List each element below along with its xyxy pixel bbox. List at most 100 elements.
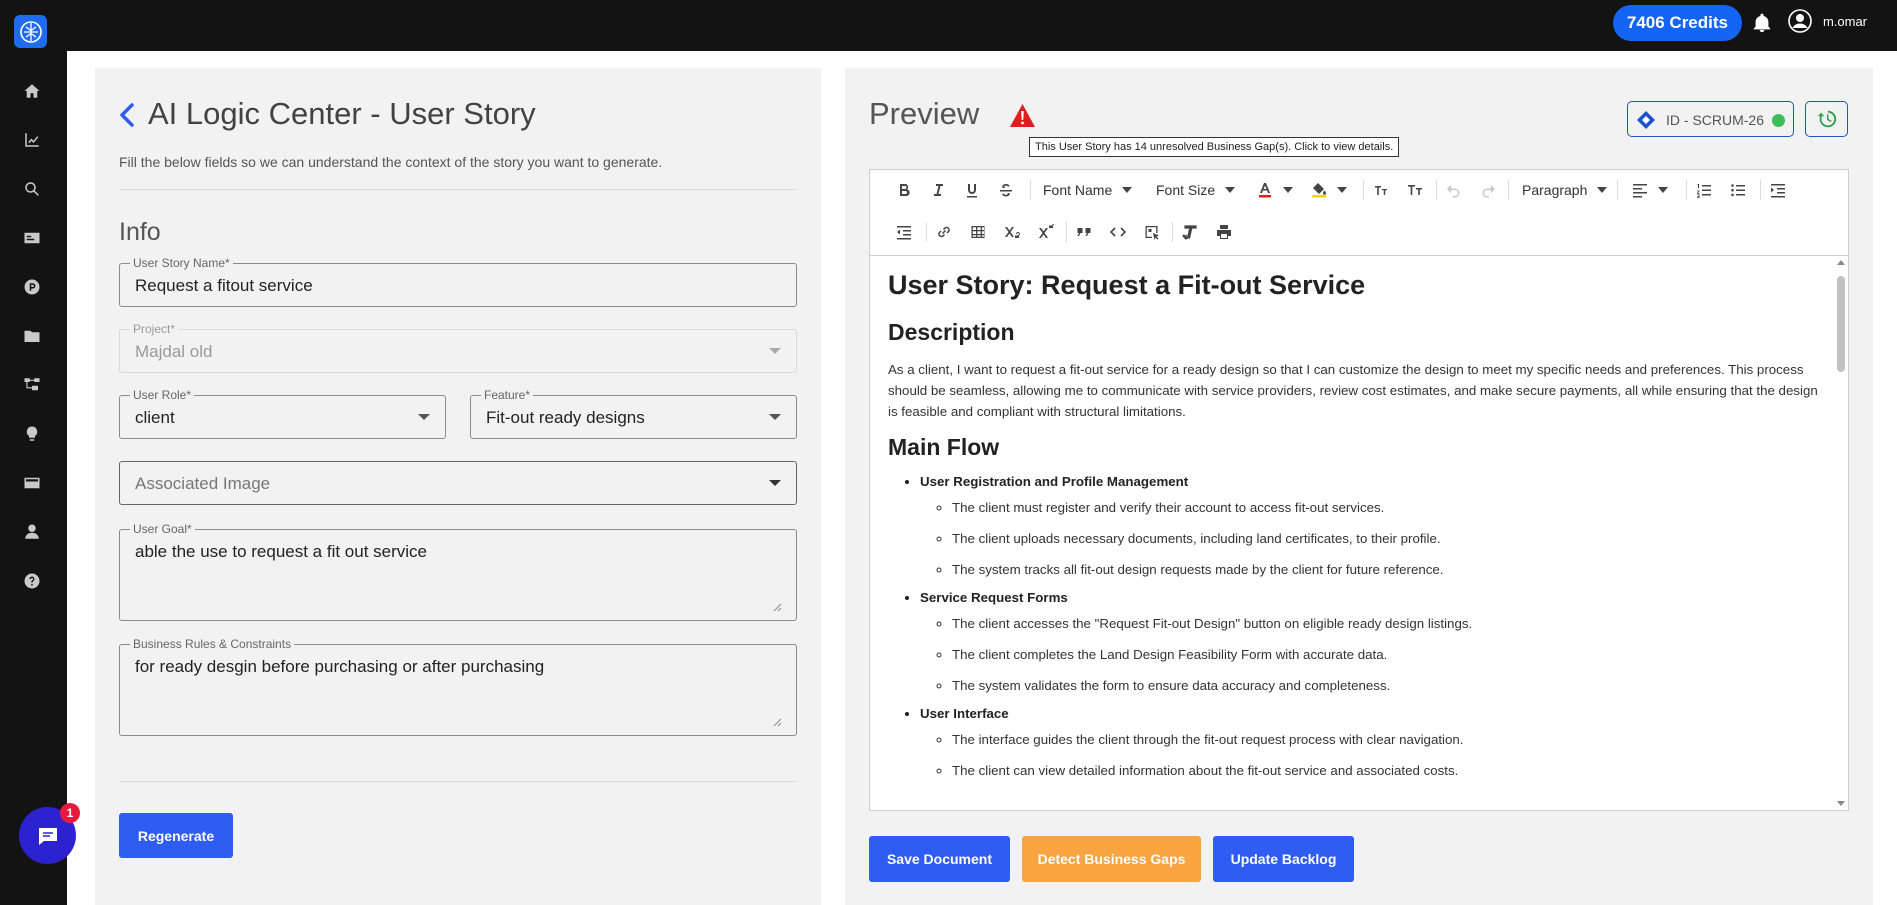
chevron-down-icon[interactable]: [769, 414, 781, 420]
font-name-dropdown[interactable]: Font Name: [1043, 178, 1133, 202]
superscript-icon[interactable]: [1038, 220, 1054, 244]
search-icon[interactable]: [22, 179, 42, 199]
user-story-name-value[interactable]: Request a fitout service: [135, 276, 313, 296]
p-badge-icon[interactable]: [22, 277, 42, 297]
description-heading: Description: [888, 319, 1015, 345]
underline-icon[interactable]: [964, 178, 980, 202]
chat-unread-badge: 1: [60, 803, 80, 823]
user-goal-textarea[interactable]: User Goal* able the use to request a fit…: [119, 522, 797, 621]
warning-icon[interactable]: [1009, 103, 1036, 128]
list-item: Service Request Forms The client accesse…: [920, 590, 1818, 696]
home-icon[interactable]: [22, 81, 42, 101]
section-heading-info: Info: [119, 218, 161, 246]
scrum-id-badge[interactable]: ID - SCRUM-26: [1627, 101, 1794, 137]
brain-logo-icon[interactable]: [14, 15, 47, 48]
subscript-icon[interactable]: [1004, 220, 1020, 244]
lowercase-icon[interactable]: [1373, 178, 1389, 202]
undo-icon[interactable]: [1446, 178, 1462, 202]
sub-list: The interface guides the client through …: [920, 729, 1818, 781]
regenerate-button[interactable]: Regenerate: [119, 813, 233, 858]
hierarchy-icon[interactable]: [22, 375, 42, 395]
align-left-icon: [1633, 184, 1647, 198]
id-card-icon[interactable]: [22, 228, 42, 248]
table-icon[interactable]: [970, 220, 986, 244]
project-value: Majdal old: [135, 342, 213, 361]
feature-select[interactable]: Feature* Fit-out ready designs: [470, 388, 797, 439]
code-icon[interactable]: [1110, 220, 1126, 244]
resize-handle-icon[interactable]: [772, 602, 782, 612]
font-size-label: Font Size: [1156, 182, 1216, 198]
chevron-down-icon[interactable]: [769, 480, 781, 486]
font-size-dropdown[interactable]: Font Size: [1156, 178, 1236, 202]
rich-text-editor[interactable]: Font Name Font Size Paragraph User Story…: [869, 169, 1849, 811]
redo-icon[interactable]: [1480, 178, 1496, 202]
page-title: AI Logic Center - User Story: [148, 96, 536, 131]
align-dropdown[interactable]: [1632, 178, 1668, 202]
scrollbar-thumb[interactable]: [1837, 276, 1845, 372]
credits-badge[interactable]: 7406 Credits: [1612, 5, 1742, 41]
image-select-icon[interactable]: [1144, 220, 1160, 244]
chevron-down-icon: [1225, 187, 1236, 193]
highlight-color-button[interactable]: [1311, 178, 1347, 202]
editor-scrollbar[interactable]: [1834, 256, 1848, 810]
outdent-icon[interactable]: [896, 220, 912, 244]
card-icon[interactable]: [22, 473, 42, 493]
history-icon: [1817, 110, 1836, 128]
user-story-name-field[interactable]: User Story Name* Request a fitout servic…: [119, 256, 797, 307]
back-arrow-icon[interactable]: [117, 100, 137, 130]
user-role-label: User Role*: [130, 388, 195, 402]
toolbar-separator: [1066, 222, 1067, 242]
feature-label: Feature*: [481, 388, 534, 402]
business-gaps-tooltip: This User Story has 14 unresolved Busine…: [1029, 137, 1400, 157]
history-button[interactable]: [1805, 101, 1848, 137]
toolbar-separator: [1760, 180, 1761, 200]
flow-section-title: Service Request Forms: [920, 590, 1068, 605]
uppercase-icon[interactable]: [1407, 178, 1423, 202]
resize-handle-icon[interactable]: [772, 717, 782, 727]
associated-image-placeholder[interactable]: Associated Image: [135, 474, 270, 494]
lightbulb-icon[interactable]: [22, 424, 42, 444]
list-item: The client accesses the "Request Fit-out…: [952, 613, 1818, 634]
chevron-down-icon[interactable]: [418, 414, 430, 420]
print-icon[interactable]: [1216, 220, 1232, 244]
link-icon[interactable]: [936, 220, 952, 244]
chevron-down-icon: [1283, 187, 1293, 193]
bell-icon[interactable]: [1751, 12, 1773, 34]
help-icon[interactable]: [22, 571, 42, 591]
username[interactable]: m.omar: [1823, 14, 1867, 29]
list-item: The system tracks all fit-out design req…: [952, 559, 1818, 580]
toolbar-separator: [1030, 180, 1031, 200]
folder-icon[interactable]: [22, 326, 42, 346]
paragraph-dropdown[interactable]: Paragraph: [1522, 178, 1608, 202]
user-icon[interactable]: [22, 522, 42, 542]
user-role-select[interactable]: User Role* client: [119, 388, 446, 439]
toolbar-separator: [926, 222, 927, 242]
document-content[interactable]: User Story: Request a Fit-out Service De…: [888, 270, 1818, 791]
user-avatar-icon[interactable]: [1788, 9, 1812, 33]
business-rules-textarea[interactable]: Business Rules & Constraints for ready d…: [119, 637, 797, 736]
feature-value[interactable]: Fit-out ready designs: [486, 408, 645, 428]
blockquote-icon[interactable]: [1076, 220, 1092, 244]
clear-format-icon[interactable]: [1182, 220, 1198, 244]
chart-icon[interactable]: [22, 130, 42, 150]
business-rules-value[interactable]: for ready desgin before purchasing or af…: [135, 657, 544, 677]
scroll-up-icon[interactable]: [1837, 260, 1845, 265]
font-color-button[interactable]: [1257, 178, 1293, 202]
save-document-button[interactable]: Save Document: [869, 836, 1010, 882]
associated-image-select[interactable]: Associated Image: [119, 461, 797, 505]
bullet-list-icon[interactable]: [1730, 178, 1746, 202]
project-select: Project* Majdal old: [119, 322, 797, 373]
page-subtitle: Fill the below fields so we can understa…: [119, 154, 663, 170]
strikethrough-icon[interactable]: [998, 178, 1014, 202]
bold-icon[interactable]: [896, 178, 912, 202]
italic-icon[interactable]: [930, 178, 946, 202]
toolbar-separator: [1363, 180, 1364, 200]
detect-business-gaps-button[interactable]: Detect Business Gaps: [1022, 836, 1201, 882]
indent-icon[interactable]: [1770, 178, 1786, 202]
numbered-list-icon[interactable]: [1696, 178, 1712, 202]
font-name-label: Font Name: [1043, 182, 1113, 198]
user-role-value[interactable]: client: [135, 408, 175, 428]
user-goal-value[interactable]: able the use to request a fit out servic…: [135, 542, 427, 562]
update-backlog-button[interactable]: Update Backlog: [1213, 836, 1354, 882]
scroll-down-icon[interactable]: [1837, 801, 1845, 806]
